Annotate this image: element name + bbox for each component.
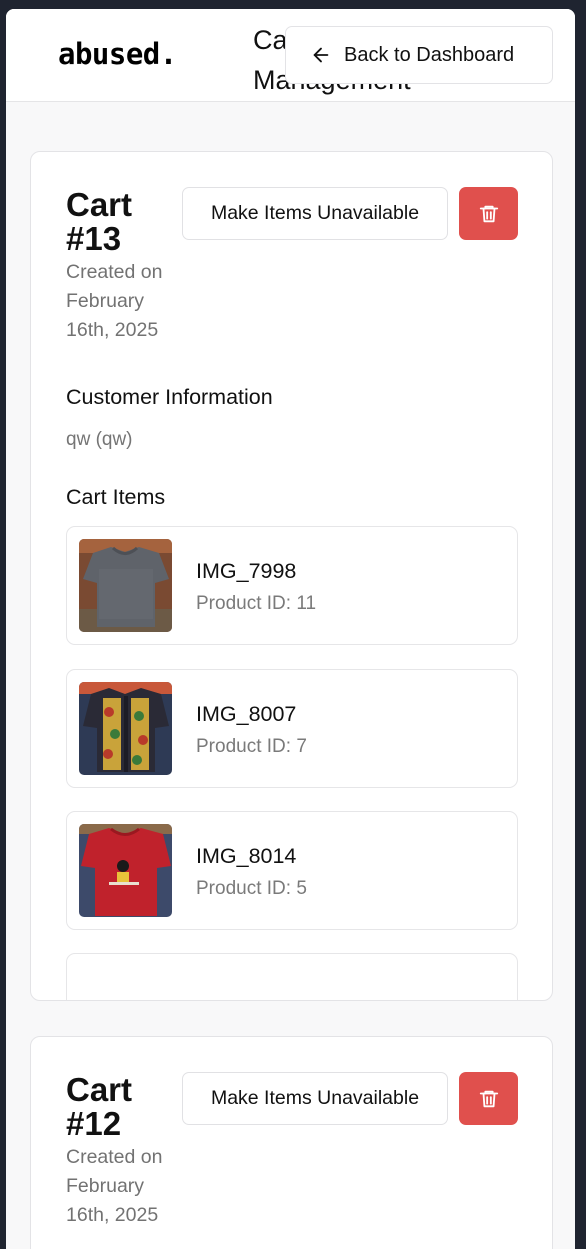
cart-title: Cart #13: [66, 186, 133, 257]
red-shirt-photo: [79, 824, 172, 917]
cart-created-date: Created on February 16th, 2025: [66, 261, 163, 341]
patterned-shirt-photo: [79, 682, 172, 775]
cart-item: IMG_8014 Product ID: 5: [66, 811, 518, 930]
cart-card: Cart #13 Created on February 16th, 2025 …: [30, 151, 553, 1001]
cart-items-heading: Cart Items: [66, 485, 166, 509]
delete-cart-button[interactable]: [459, 187, 518, 240]
item-product-id: Product ID: 11: [196, 593, 317, 614]
make-items-unavailable-button[interactable]: Make Items Unavailable: [182, 1072, 448, 1125]
brand-logo[interactable]: abused.: [58, 37, 177, 71]
grey-tshirt-photo: [79, 539, 172, 632]
trash-icon: [479, 205, 498, 222]
item-name: IMG_8014: [196, 844, 297, 868]
delete-cart-button[interactable]: [459, 1072, 518, 1125]
cart-item-partial: [66, 953, 518, 1000]
cart-created-date: Created on February 16th, 2025: [66, 1146, 163, 1226]
cart-title: Cart #12: [66, 1071, 133, 1142]
trash-icon: [479, 1090, 498, 1107]
top-header: abused. Cart Management Back to Dashboar…: [6, 9, 575, 102]
item-product-id: Product ID: 5: [196, 878, 307, 899]
back-to-dashboard-label: Back to Dashboard: [344, 43, 515, 66]
customer-name: qw (qw): [66, 429, 133, 450]
item-name: IMG_7998: [196, 559, 297, 583]
item-name: IMG_8007: [196, 702, 297, 726]
app-screen: abused. Cart Management Back to Dashboar…: [6, 9, 575, 1249]
customer-info-heading: Customer Information: [66, 385, 273, 409]
item-product-id: Product ID: 7: [196, 736, 307, 757]
arrow-left-icon: [313, 47, 329, 63]
make-items-unavailable-button[interactable]: Make Items Unavailable: [182, 187, 448, 240]
back-to-dashboard-button[interactable]: Back to Dashboard: [285, 26, 553, 84]
cart-item: IMG_8007 Product ID: 7: [66, 669, 518, 788]
cart-card: Cart #12 Created on February 16th, 2025 …: [30, 1036, 553, 1249]
cart-item: IMG_7998 Product ID: 11: [66, 526, 518, 645]
